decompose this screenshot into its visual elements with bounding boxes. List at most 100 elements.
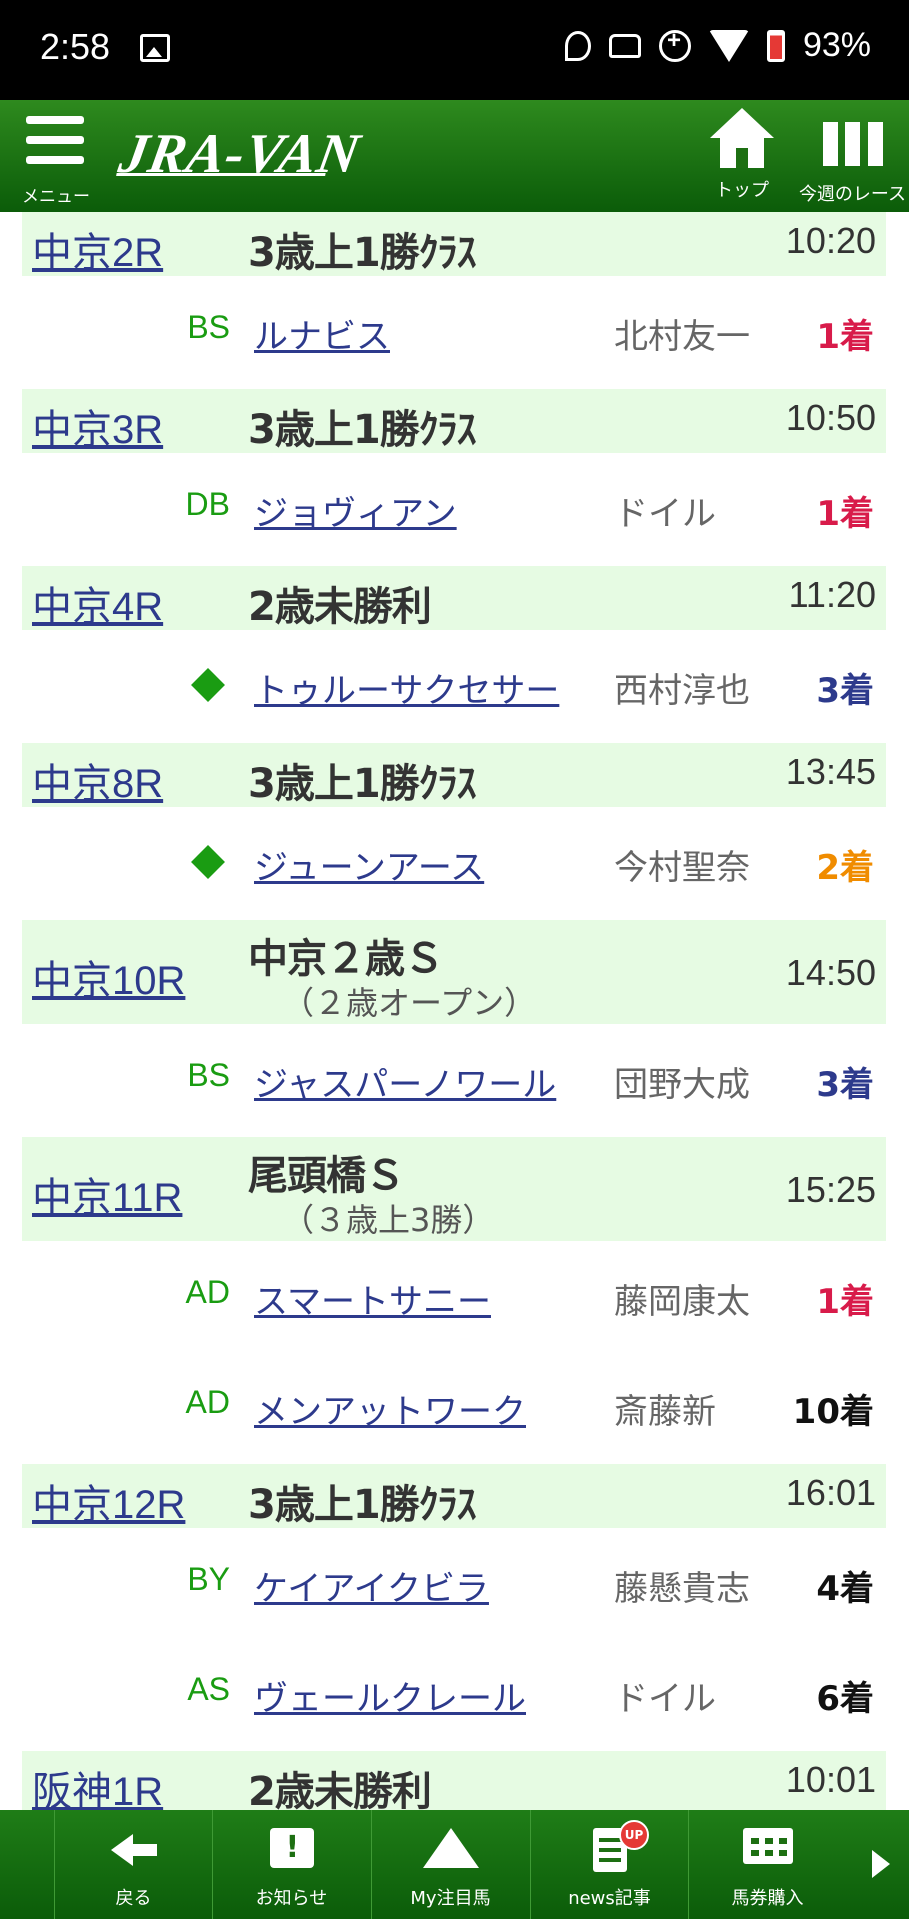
back-button[interactable]: 戻る [54,1810,212,1919]
this-week-races-button[interactable]: 今週のレース [796,108,909,208]
horse-name-link[interactable]: ジョヴィアン [254,486,457,535]
finish-position: 4着 [816,1569,874,1609]
columns-icon [822,122,883,166]
finish-position: 3着 [816,671,874,711]
horse-name-link[interactable]: ジューンアース [254,840,484,889]
finish-position: 6着 [816,1679,874,1719]
race-time: 14:50 [785,952,876,993]
race-header-row: 中京2R 3歳上1勝ｸﾗｽ 10:20 [22,212,886,277]
bottom-navigation: 戻る ! お知らせ My注目馬 UP news記事 馬券購入 [0,1810,909,1919]
hamburger-icon [26,116,84,124]
race-header-row: 中京11R 尾頭橋Ｓ （３歳上3勝） 15:25 [22,1137,886,1242]
clock: 2:58 [40,26,111,67]
jockey-name: 北村友一 [614,317,750,357]
race-time: 11:20 [788,574,876,615]
jockey-name: 藤岡康太 [614,1282,750,1322]
race-link[interactable]: 中京10R [32,948,185,1006]
favorite-horse-icon [422,1828,479,1868]
up-badge: UP [619,1820,649,1850]
hamburger-icon-bar [26,156,84,164]
notice-button[interactable]: ! お知らせ [212,1810,370,1919]
horse-name-link[interactable]: メンアットワーク [254,1384,526,1433]
menu-label: メニュー [22,187,90,207]
nav-label: news記事 [568,1888,651,1909]
image-notification-icon [140,34,170,62]
race-link[interactable]: 阪神1R [32,1759,163,1817]
race-time: 16:01 [785,1472,876,1513]
race-link[interactable]: 中京2R [32,220,163,278]
race-title: 3歳上1勝ｸﾗｽ [248,230,477,276]
race-subtitle: （２歳オープン） [282,984,537,1022]
nav-label: My注目馬 [410,1888,491,1909]
race-time: 10:50 [785,397,876,438]
notice-icon: ! [269,1828,314,1868]
buy-ticket-button[interactable]: 馬券購入 [688,1810,846,1919]
top-label: トップ [715,180,769,201]
horse-row: ジューンアース 今村聖奈 2着 [22,808,886,920]
race-link[interactable]: 中京12R [32,1472,185,1530]
jockey-name: 西村淳也 [614,671,750,711]
horse-mark: BY [187,1561,230,1597]
finish-position: 1着 [816,494,874,534]
week-label: 今週のレース [798,184,907,205]
finish-position: 3着 [816,1065,874,1105]
status-icons: 93% [564,26,871,65]
race-header-row: 中京8R 3歳上1勝ｸﾗｽ 13:45 [22,743,886,808]
jockey-name: ドイル [614,494,716,534]
race-time: 15:25 [785,1169,876,1210]
app-header: メニュー JRA-VAN トップ 今週のレース [0,100,909,212]
nav-next-arrow-icon[interactable] [872,1850,890,1878]
jra-van-logo[interactable]: JRA-VAN [114,122,365,186]
race-title: 3歳上1勝ｸﾗｽ [248,761,477,807]
race-link[interactable]: 中京8R [32,751,163,809]
jockey-name: 藤懸貴志 [614,1569,750,1609]
top-button[interactable]: トップ [694,108,790,208]
nav-label: 戻る [115,1888,152,1909]
race-header-row: 中京12R 3歳上1勝ｸﾗｽ 16:01 [22,1464,886,1529]
finish-position: 1着 [816,1282,874,1322]
horse-row: BS ジャスパーノワール 団野大成 3着 [22,1025,886,1137]
race-result-list: 中京2R 3歳上1勝ｸﾗｽ 10:20 BS ルナビス 北村友一 1着 中京3R… [22,212,886,1816]
horse-mark: AD [185,1384,230,1420]
race-link[interactable]: 中京11R [32,1165,182,1223]
horse-row: AD メンアットワーク 斎藤新 10着 [22,1352,886,1464]
finish-position: 1着 [816,317,874,357]
race-link[interactable]: 中京4R [32,574,163,632]
diamond-mark-icon [191,845,225,879]
horse-name-link[interactable]: トゥルーサクセサー [254,663,559,712]
race-link[interactable]: 中京3R [32,397,163,455]
status-bar: 2:58 93% [0,0,909,100]
horse-name-link[interactable]: スマートサニー [254,1274,491,1323]
horse-name-link[interactable]: ケイアイクビラ [254,1561,489,1610]
horse-mark: DB [185,486,230,522]
home-icon [710,108,774,168]
diamond-mark-icon [191,668,225,702]
my-favorite-horse-button[interactable]: My注目馬 [371,1810,529,1919]
horse-row: トゥルーサクセサー 西村淳也 3着 [22,631,886,743]
horse-mark: BS [187,309,230,345]
race-title: 2歳未勝利 [248,584,432,630]
horse-name-link[interactable]: ジャスパーノワール [254,1057,556,1106]
race-title: 3歳上1勝ｸﾗｽ [248,1482,477,1528]
horse-row: AS ヴェールクレール ドイル 6着 [22,1639,886,1751]
race-header-row: 中京4R 2歳未勝利 11:20 [22,566,886,631]
menu-button[interactable]: メニュー [14,114,98,207]
data-saver-icon [658,27,691,62]
news-button[interactable]: UP news記事 [530,1810,688,1919]
horse-row: BS ルナビス 北村友一 1着 [22,277,886,389]
finish-position: 10着 [792,1392,874,1432]
horse-name-link[interactable]: ルナビス [254,309,390,358]
jockey-name: 今村聖奈 [614,848,750,888]
horse-row: BY ケイアイクビラ 藤懸貴志 4着 [22,1529,886,1639]
nfc-icon [564,30,591,61]
race-header-row: 中京10R 中京２歳Ｓ （２歳オープン） 14:50 [22,920,886,1025]
horse-name-link[interactable]: ヴェールクレール [254,1671,526,1720]
horse-row: AD スマートサニー 藤岡康太 1着 [22,1242,886,1352]
back-arrow-icon [110,1828,157,1872]
race-subtitle: （３歳上3勝） [282,1201,495,1239]
driving-mode-icon [608,33,641,58]
battery-icon [766,29,785,62]
jockey-name: 斎藤新 [614,1392,716,1432]
jockey-name: 団野大成 [614,1065,750,1105]
race-title: 3歳上1勝ｸﾗｽ [248,407,477,453]
